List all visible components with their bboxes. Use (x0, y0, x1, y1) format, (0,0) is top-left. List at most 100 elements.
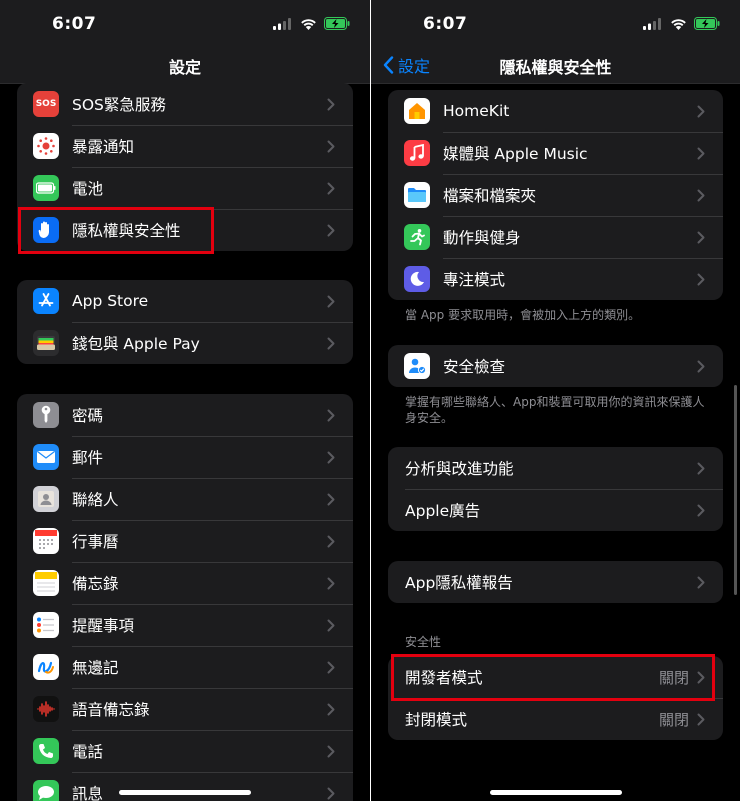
chevron-right-icon (327, 409, 341, 422)
row-label: 封閉模式 (405, 711, 468, 729)
phone-icon (33, 738, 59, 764)
chevron-right-icon (327, 224, 341, 237)
fitness-runner-icon (404, 224, 430, 250)
privacy-row-apple-ads[interactable]: Apple廣告 (388, 489, 723, 531)
cellular-signal-icon (643, 17, 661, 30)
wifi-icon (301, 18, 316, 30)
chevron-right-icon (697, 462, 711, 475)
row-label: 電池 (72, 180, 104, 198)
chevron-right-icon (327, 703, 341, 716)
settings-row-contacts[interactable]: 聯絡人 (17, 478, 353, 520)
row-label: App Store (72, 292, 149, 310)
chevron-right-icon (327, 493, 341, 506)
settings-row-calendar[interactable]: 行事曆 (17, 520, 353, 562)
focus-moon-icon (404, 266, 430, 292)
scroll-indicator (734, 385, 737, 595)
settings-row-mail[interactable]: 郵件 (17, 436, 353, 478)
row-label: 提醒事項 (72, 617, 135, 635)
security-section-header: 安全性 (405, 635, 442, 649)
home-indicator (489, 790, 622, 795)
exposure-notification-icon (33, 133, 59, 159)
battery-charging-icon (324, 17, 350, 30)
mail-icon (33, 444, 59, 470)
privacy-row-app-privacy-report[interactable]: App隱私權報告 (388, 561, 723, 603)
home-icon (404, 98, 430, 124)
cellular-signal-icon (273, 17, 291, 30)
row-label: 媒體與 Apple Music (443, 145, 588, 163)
chevron-right-icon (327, 577, 341, 590)
row-label: Apple廣告 (405, 502, 481, 520)
row-label: 密碼 (72, 407, 104, 425)
app-store-icon (33, 288, 59, 314)
chevron-right-icon (327, 535, 341, 548)
settings-row-passwords[interactable]: 密碼 (17, 394, 353, 436)
battery-icon (33, 175, 59, 201)
settings-screen: 6:07 設定 SOS SOS緊急服務 暴露通知 電池 隱私權與安全性 App … (0, 0, 370, 801)
row-label: 電話 (72, 743, 104, 761)
music-icon (404, 140, 430, 166)
chevron-right-icon (697, 360, 711, 373)
settings-row-phone[interactable]: 電話 (17, 730, 353, 772)
privacy-group-categories: HomeKit 媒體與 Apple Music 檔案和檔案夾 動作與健身 專注模 (388, 90, 723, 300)
notes-icon (33, 570, 59, 596)
wallet-icon (33, 330, 59, 356)
files-folder-icon (404, 182, 430, 208)
highlight-box-privacy (18, 207, 214, 254)
settings-row-wallet-apple-pay[interactable]: 錢包與 Apple Pay (17, 322, 353, 364)
settings-row-messages[interactable]: 訊息 (17, 772, 353, 801)
settings-row-reminders[interactable]: 提醒事項 (17, 604, 353, 646)
privacy-row-focus[interactable]: 專注模式 (388, 258, 723, 300)
chevron-right-icon (697, 713, 711, 726)
status-time: 6:07 (423, 14, 468, 34)
status-bar: 6:07 (0, 0, 370, 50)
row-label: 行事曆 (72, 533, 119, 551)
privacy-row-media-apple-music[interactable]: 媒體與 Apple Music (388, 132, 723, 174)
settings-row-emergency-sos[interactable]: SOS SOS緊急服務 (17, 83, 353, 125)
wifi-icon (671, 18, 686, 30)
row-value: 關閉 (658, 710, 689, 729)
sos-icon: SOS (33, 91, 59, 117)
chevron-right-icon (697, 147, 711, 160)
row-label: 專注模式 (443, 271, 506, 289)
settings-row-voice-memos[interactable]: 語音備忘錄 (17, 688, 353, 730)
privacy-row-analytics[interactable]: 分析與改進功能 (388, 447, 723, 489)
settings-row-battery[interactable]: 電池 (17, 167, 353, 209)
privacy-row-lockdown-mode[interactable]: 封閉模式 關閉 (388, 698, 723, 740)
chevron-right-icon (697, 189, 711, 202)
privacy-row-homekit[interactable]: HomeKit (388, 90, 723, 132)
chevron-right-icon (697, 231, 711, 244)
voice-memos-icon (33, 696, 59, 722)
chevron-right-icon (697, 576, 711, 589)
row-label: SOS緊急服務 (72, 96, 166, 114)
home-indicator (119, 790, 251, 795)
settings-row-app-store[interactable]: App Store (17, 280, 353, 322)
row-label: 分析與改進功能 (405, 460, 514, 478)
settings-row-exposure-notifications[interactable]: 暴露通知 (17, 125, 353, 167)
privacy-row-safety-check[interactable]: 安全檢查 (388, 345, 723, 387)
chevron-right-icon (327, 745, 341, 758)
privacy-row-motion-fitness[interactable]: 動作與健身 (388, 216, 723, 258)
battery-charging-icon (694, 17, 720, 30)
chevron-right-icon (327, 140, 341, 153)
row-label: 檔案和檔案夾 (443, 187, 537, 205)
contacts-icon (33, 486, 59, 512)
settings-group-store: App Store 錢包與 Apple Pay (17, 280, 353, 364)
page-title: 設定 (168, 58, 201, 77)
nav-bar: 設定 (0, 50, 370, 84)
chevron-right-icon (327, 661, 341, 674)
privacy-security-screen: 6:07 設定 隱私權與安全性 HomeKit 媒體與 Apple Music (371, 0, 740, 801)
row-label: 安全檢查 (443, 358, 506, 376)
chevron-right-icon (327, 295, 341, 308)
chevron-right-icon (697, 105, 711, 118)
row-label: 錢包與 Apple Pay (72, 335, 200, 353)
chevron-right-icon (327, 337, 341, 350)
settings-row-freeform[interactable]: 無邊記 (17, 646, 353, 688)
key-icon (33, 402, 59, 428)
categories-footnote: 當 App 要求取用時，會被加入上方的類別。 (405, 308, 641, 322)
row-label: 無邊記 (72, 659, 119, 677)
chevron-right-icon (697, 504, 711, 517)
chevron-right-icon (327, 619, 341, 632)
privacy-row-files-folders[interactable]: 檔案和檔案夾 (388, 174, 723, 216)
settings-row-notes[interactable]: 備忘錄 (17, 562, 353, 604)
row-label: HomeKit (443, 102, 510, 120)
